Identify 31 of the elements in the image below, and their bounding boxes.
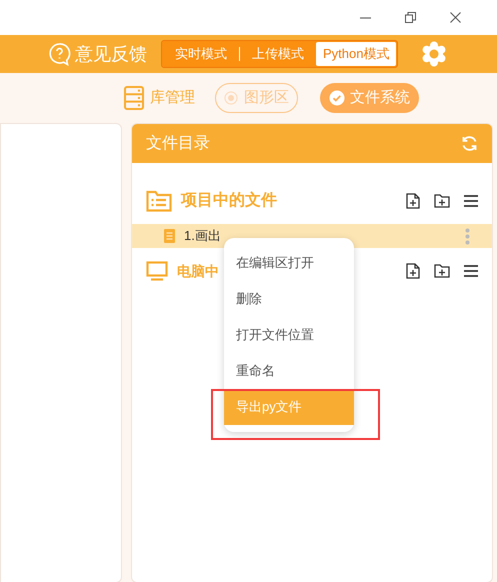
menu-item[interactable]: 在编辑区打开: [224, 245, 354, 281]
minimize-icon[interactable]: [360, 16, 371, 18]
file-name: 1.画出: [184, 227, 221, 246]
server-icon: [124, 86, 144, 110]
menu-icon[interactable]: [464, 265, 478, 277]
menu-item[interactable]: 导出py文件: [224, 389, 354, 425]
toolbar-tab[interactable]: 库管理: [124, 86, 195, 110]
restore-icon[interactable]: [405, 12, 416, 23]
mode-tab[interactable]: Python模式: [316, 42, 396, 66]
new-folder-icon[interactable]: [434, 264, 450, 278]
new-folder-icon[interactable]: [434, 194, 450, 208]
new-file-icon[interactable]: [406, 193, 420, 209]
close-icon[interactable]: [450, 12, 461, 23]
radio-icon: [224, 91, 238, 105]
menu-item[interactable]: 重命名: [224, 353, 354, 389]
feedback-link[interactable]: 意见反馈: [75, 40, 147, 68]
folder-list-icon: [146, 190, 172, 212]
toolbar-tab[interactable]: 文件系统: [320, 83, 419, 113]
section-title[interactable]: 项目中的文件: [181, 189, 277, 213]
menu-item[interactable]: 删除: [224, 281, 354, 317]
check-icon: [329, 90, 345, 106]
monitor-icon: [146, 261, 168, 281]
menu-item[interactable]: 打开文件位置: [224, 317, 354, 353]
section-title[interactable]: 电脑中: [177, 260, 219, 282]
new-file-icon[interactable]: [406, 263, 420, 279]
mode-tab[interactable]: 实时模式: [163, 42, 239, 66]
file-icon: [164, 229, 175, 243]
toolbar-tab[interactable]: 图形区: [215, 83, 298, 113]
mode-tab[interactable]: 上传模式: [240, 42, 316, 66]
panel-title: 文件目录: [146, 134, 210, 154]
menu-icon[interactable]: [464, 195, 478, 207]
